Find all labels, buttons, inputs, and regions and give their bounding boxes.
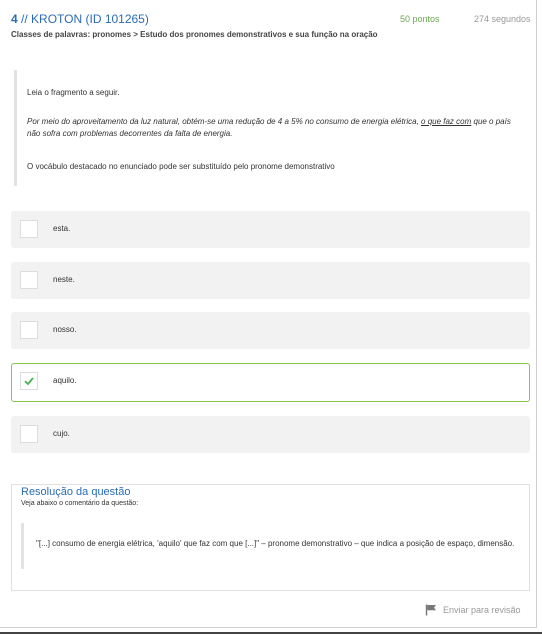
quote-text-before: Por meio do aproveitamento da luz natura…: [27, 117, 422, 126]
points-label: 50 pontos: [400, 14, 440, 24]
statement-intro: Leia o fragmento a seguir.: [27, 88, 120, 97]
flag-icon: [425, 604, 436, 616]
option-label: cujo.: [53, 429, 70, 438]
resolution-panel: Resolução da questão Veja abaixo o comen…: [11, 484, 530, 591]
question-statement: Leia o fragmento a seguir. Por meio do a…: [14, 70, 530, 186]
statement-quote: Por meio do aproveitamento da luz natura…: [27, 116, 517, 140]
option-label: nosso.: [53, 325, 77, 334]
option-checkbox[interactable]: [20, 425, 38, 443]
review-label: Enviar para revisão: [443, 605, 521, 615]
option-aquilo-selected[interactable]: aquilo.: [11, 363, 530, 402]
option-cujo[interactable]: cujo.: [11, 416, 530, 453]
check-icon: [24, 377, 34, 386]
option-label: esta.: [53, 224, 71, 233]
bottom-divider: [0, 632, 542, 634]
question-source: // KROTON (ID 101265): [21, 12, 149, 26]
question-number: 4: [11, 12, 18, 26]
seconds-label: 274 segundos: [474, 14, 531, 24]
option-checkbox[interactable]: [20, 271, 38, 289]
option-label: aquilo.: [53, 376, 77, 385]
option-checkbox[interactable]: [20, 321, 38, 339]
send-for-review-button[interactable]: Enviar para revisão: [425, 604, 521, 616]
statement-question: O vocábulo destacado no enunciado pode s…: [27, 162, 335, 171]
resolution-title: Resolução da questão: [21, 486, 131, 498]
option-label: neste.: [53, 275, 75, 284]
resolution-comment: "[...] consumo de energia elétrica, 'aqu…: [21, 523, 521, 569]
breadcrumb: Classes de palavras: pronomes > Estudo d…: [11, 30, 378, 39]
option-nosso[interactable]: nosso.: [11, 312, 530, 349]
option-neste[interactable]: neste.: [11, 262, 530, 299]
question-card: 4 // KROTON (ID 101265) 50 pontos 274 se…: [0, 0, 537, 628]
option-esta[interactable]: esta.: [11, 211, 530, 248]
option-checkbox[interactable]: [20, 220, 38, 238]
resolution-subtitle: Veja abaixo o comentário da questão:: [21, 500, 139, 507]
quote-highlight: o que faz com: [421, 117, 472, 126]
question-title: 4 // KROTON (ID 101265): [11, 12, 149, 26]
option-checkbox[interactable]: [20, 372, 38, 390]
